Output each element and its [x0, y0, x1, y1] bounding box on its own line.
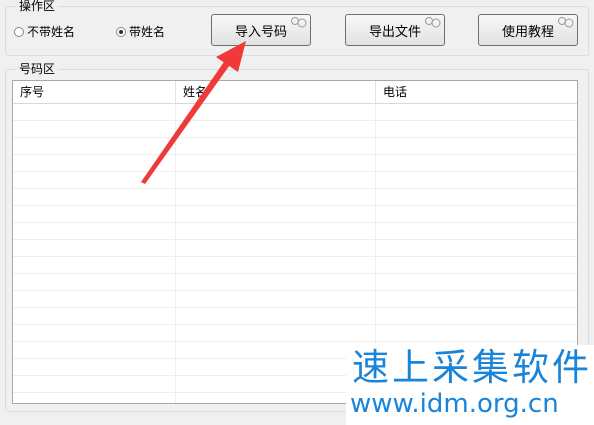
corner-ornament-icon: [558, 17, 574, 28]
table-cell[interactable]: [376, 138, 577, 154]
table-cell[interactable]: [376, 325, 577, 341]
table-cell[interactable]: [13, 138, 176, 154]
table-cell[interactable]: [376, 172, 577, 188]
tutorial-button[interactable]: 使用教程: [478, 14, 578, 46]
table-cell[interactable]: [13, 121, 176, 137]
table-row[interactable]: [13, 138, 577, 155]
table-cell[interactable]: [176, 291, 376, 307]
table-cell[interactable]: [13, 223, 176, 239]
export-file-button[interactable]: 导出文件: [345, 14, 445, 46]
watermark-title: 速上采集软件: [352, 346, 592, 389]
operation-group-title: 操作区: [16, 0, 59, 13]
radio-with-name-circle[interactable]: [116, 26, 126, 37]
radio-with-name[interactable]: 带姓名: [116, 23, 165, 40]
table-row[interactable]: [13, 223, 577, 240]
table-cell[interactable]: [13, 308, 176, 324]
table-cell[interactable]: [176, 257, 376, 273]
table-cell[interactable]: [176, 325, 376, 341]
table-row[interactable]: [13, 206, 577, 223]
radio-no-name-label[interactable]: 不带姓名: [27, 23, 75, 40]
table-row[interactable]: [13, 325, 577, 342]
import-numbers-label: 导入号码: [234, 24, 287, 40]
table-cell[interactable]: [376, 206, 577, 222]
tutorial-label: 使用教程: [501, 24, 554, 40]
table-cell[interactable]: [376, 121, 577, 137]
table-cell[interactable]: [376, 104, 577, 120]
corner-ornament-icon: [425, 17, 441, 28]
table-cell[interactable]: [376, 223, 577, 239]
number-group-title: 号码区: [16, 62, 59, 76]
table-cell[interactable]: [13, 172, 176, 188]
column-header-phone[interactable]: 电话: [376, 81, 577, 103]
table-cell[interactable]: [376, 308, 577, 324]
table-cell[interactable]: [176, 121, 376, 137]
column-header-index[interactable]: 序号: [13, 81, 176, 103]
table-row[interactable]: [13, 121, 577, 138]
table-cell[interactable]: [176, 155, 376, 171]
table-cell[interactable]: [376, 257, 577, 273]
table-cell[interactable]: [176, 172, 376, 188]
table-cell[interactable]: [13, 325, 176, 341]
table-cell[interactable]: [13, 291, 176, 307]
table-cell[interactable]: [13, 206, 176, 222]
table-cell[interactable]: [176, 223, 376, 239]
radio-no-name[interactable]: 不带姓名: [14, 23, 75, 40]
table-cell[interactable]: [13, 274, 176, 290]
table-cell[interactable]: [13, 342, 176, 358]
radio-no-name-circle[interactable]: [14, 26, 24, 37]
table-cell[interactable]: [376, 240, 577, 256]
table-row[interactable]: [13, 155, 577, 172]
table-row[interactable]: [13, 172, 577, 189]
table-cell[interactable]: [13, 376, 176, 392]
table-cell[interactable]: [376, 274, 577, 290]
table-cell[interactable]: [376, 189, 577, 205]
table-cell[interactable]: [376, 291, 577, 307]
import-numbers-button[interactable]: 导入号码: [211, 14, 311, 46]
table-cell[interactable]: [13, 393, 176, 403]
table-row[interactable]: [13, 257, 577, 274]
table-cell[interactable]: [176, 274, 376, 290]
table-header: 序号 姓名 电话: [13, 81, 577, 104]
export-file-label: 导出文件: [368, 24, 421, 40]
watermark: 速上采集软件 www.idm.org.cn: [346, 345, 594, 425]
radio-with-name-label[interactable]: 带姓名: [129, 23, 165, 40]
table-cell[interactable]: [176, 104, 376, 120]
table-cell[interactable]: [13, 104, 176, 120]
watermark-url: www.idm.org.cn: [350, 389, 559, 419]
table-row[interactable]: [13, 274, 577, 291]
table-cell[interactable]: [13, 155, 176, 171]
table-cell[interactable]: [176, 206, 376, 222]
table-cell[interactable]: [13, 189, 176, 205]
table-row[interactable]: [13, 291, 577, 308]
table-row[interactable]: [13, 104, 577, 121]
table-cell[interactable]: [13, 257, 176, 273]
table-cell[interactable]: [176, 240, 376, 256]
table-cell[interactable]: [176, 308, 376, 324]
table-cell[interactable]: [13, 359, 176, 375]
table-row[interactable]: [13, 308, 577, 325]
table-row[interactable]: [13, 189, 577, 206]
table-cell[interactable]: [176, 189, 376, 205]
table-cell[interactable]: [176, 138, 376, 154]
table-row[interactable]: [13, 240, 577, 257]
column-header-name[interactable]: 姓名: [176, 81, 376, 103]
table-cell[interactable]: [13, 240, 176, 256]
table-cell[interactable]: [376, 155, 577, 171]
corner-ornament-icon: [291, 17, 307, 28]
